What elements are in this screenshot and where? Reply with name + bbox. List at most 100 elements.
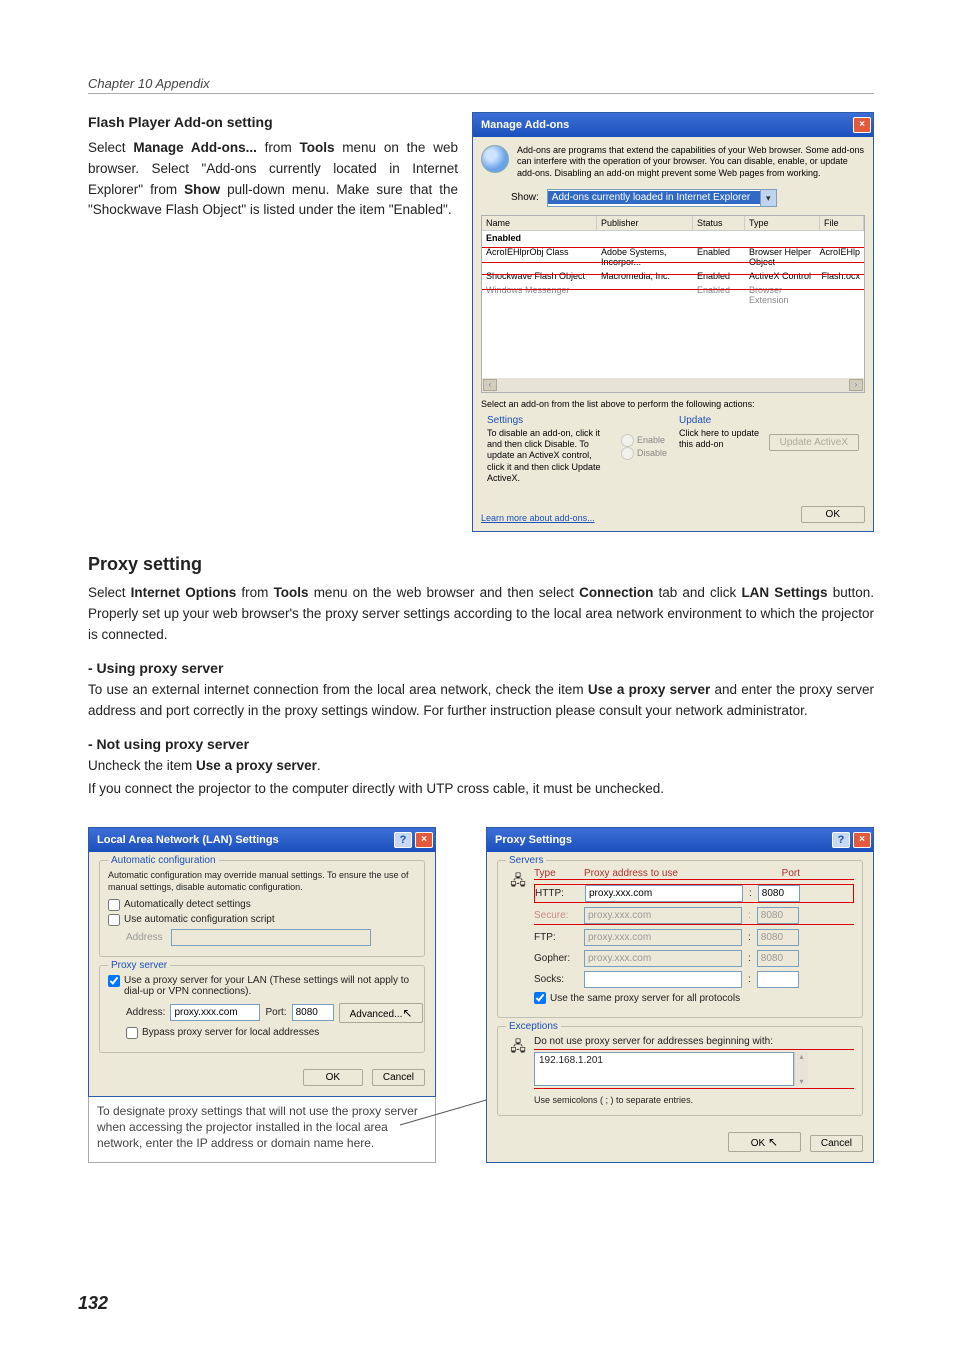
t: Use a proxy server (588, 682, 710, 697)
chk-label: Automatically detect settings (124, 899, 251, 910)
help-icon[interactable]: ? (394, 832, 412, 848)
titlebar[interactable]: Proxy Settings ? × (487, 828, 873, 852)
list-item[interactable]: Windows Messenger Enabled Browser Extens… (482, 283, 864, 307)
chk-label: Use the same proxy server for all protoc… (550, 993, 740, 1004)
close-icon[interactable]: × (853, 832, 871, 848)
not-using-proxy-heading: - Not using proxy server (88, 736, 874, 752)
row-label: Gopher: (534, 953, 578, 964)
row-label: FTP: (534, 932, 578, 943)
col-publisher[interactable]: Publisher (597, 216, 693, 231)
cell: Browser Extension (745, 284, 820, 306)
text-bold: Show (184, 182, 220, 197)
cell: Macromedia, Inc. (597, 270, 693, 282)
secure-row: Secure: : (534, 907, 854, 925)
cell: Enabled (693, 284, 745, 306)
proxy-port-input[interactable] (292, 1004, 334, 1021)
help-icon[interactable]: ? (832, 832, 850, 848)
gopher-row: Gopher: : (534, 950, 854, 967)
t: from (236, 585, 273, 600)
t: . (317, 758, 321, 773)
text-bold: Manage Add-ons... (133, 140, 257, 155)
row-label: HTTP: (535, 888, 579, 899)
v-scrollbar[interactable]: ▴▾ (794, 1052, 808, 1086)
chk-label: Bypass proxy server for local addresses (142, 1027, 319, 1038)
socks-addr-input[interactable] (584, 971, 742, 988)
cell: Flash.ocx (817, 270, 864, 282)
t: Select (88, 585, 131, 600)
scroll-left-icon[interactable]: ‹ (483, 379, 497, 391)
proxy-server-fieldset: Proxy server Use a proxy server for your… (99, 965, 425, 1053)
close-icon[interactable]: × (853, 117, 871, 133)
use-proxy-checkbox[interactable]: Use a proxy server for your LAN (These s… (108, 975, 416, 997)
exceptions-textarea[interactable]: 192.168.1.201 (534, 1052, 794, 1086)
t: tab and click (653, 585, 741, 600)
cell: Enabled (693, 246, 745, 268)
list-item[interactable]: Shockwave Flash Object Macromedia, Inc. … (482, 269, 864, 283)
select-note: Select an add-on from the list above to … (481, 399, 865, 409)
update-activex-button[interactable]: Update ActiveX (769, 434, 859, 451)
auto-script-checkbox[interactable]: Use automatic configuration script (108, 914, 416, 926)
ftp-row: FTP: : (534, 929, 854, 946)
t: Use a proxy server (196, 758, 317, 773)
dialog-title: Proxy Settings (495, 834, 832, 846)
chevron-down-icon[interactable]: ▾ (760, 190, 776, 206)
cell: Browser Helper Object (745, 246, 815, 268)
http-row: HTTP: : (534, 884, 854, 903)
cursor-icon: ↖ (402, 1006, 412, 1020)
bypass-checkbox[interactable]: Bypass proxy server for local addresses (126, 1027, 416, 1039)
col-file[interactable]: File (820, 216, 864, 231)
disable-radio[interactable]: Disable (621, 447, 667, 460)
semicolons-note: Use semicolons ( ; ) to separate entries… (534, 1095, 854, 1105)
ftp-port-input (757, 929, 799, 946)
legend: Servers (506, 855, 546, 866)
col-port: Port (748, 868, 800, 879)
http-addr-input[interactable] (585, 885, 743, 902)
cancel-button[interactable]: Cancel (372, 1069, 425, 1086)
update-box: Update Click here to update this add-on … (673, 413, 865, 490)
col-status[interactable]: Status (693, 216, 745, 231)
advanced-button[interactable]: Advanced...↖ (339, 1003, 424, 1023)
script-address-input (171, 929, 371, 946)
ok-button[interactable]: OK ↖ (728, 1132, 801, 1152)
t: Connection (579, 585, 653, 600)
close-icon[interactable]: × (415, 832, 433, 848)
cell: Enabled (693, 270, 745, 282)
col-type[interactable]: Type (745, 216, 820, 231)
t: OK (751, 1138, 765, 1149)
t: Advanced... (350, 1009, 403, 1020)
addons-list[interactable]: Name Publisher Status Type File Enabled … (481, 215, 865, 393)
cell: AcroIEHlprObj Class (482, 246, 597, 268)
flash-player-paragraph: Select Manage Add-ons... from Tools menu… (88, 138, 458, 222)
proxy-settings-dialog: Proxy Settings ? × Servers 🖧 Type Proxy … (486, 827, 874, 1163)
cancel-button[interactable]: Cancel (810, 1135, 863, 1152)
chapter-header: Chapter 10 Appendix (88, 76, 874, 94)
auto-detect-checkbox[interactable]: Automatically detect settings (108, 899, 416, 911)
http-port-input[interactable] (758, 885, 800, 902)
col-type: Type (534, 868, 578, 879)
socks-port-input[interactable] (757, 971, 799, 988)
h-scrollbar[interactable]: ‹ › (482, 378, 864, 392)
t: To use an external internet connection f… (88, 682, 588, 697)
col-name[interactable]: Name (482, 216, 597, 231)
same-proxy-checkbox[interactable]: Use the same proxy server for all protoc… (534, 992, 854, 1004)
titlebar[interactable]: Manage Add-ons × (473, 113, 873, 137)
list-group: Enabled (482, 231, 864, 245)
t: Use a proxy server for your LAN (These s… (124, 975, 409, 986)
proxy-address-input[interactable] (170, 1004, 260, 1021)
show-dropdown[interactable]: Add-ons currently loaded in Internet Exp… (547, 189, 777, 207)
list-item[interactable]: AcroIEHlprObj Class Adobe Systems, Incor… (482, 245, 864, 269)
gear-icon (481, 145, 509, 173)
t: Tools (274, 585, 309, 600)
titlebar[interactable]: Local Area Network (LAN) Settings ? × (89, 828, 435, 852)
scroll-right-icon[interactable]: › (849, 379, 863, 391)
ok-button[interactable]: OK (801, 506, 865, 523)
ok-button[interactable]: OK (303, 1069, 363, 1086)
learn-more-link[interactable]: Learn more about add-ons... (481, 513, 595, 523)
proxy-setting-heading: Proxy setting (88, 554, 874, 575)
cell: Adobe Systems, Incorpor... (597, 246, 693, 268)
addons-description: Add-ons are programs that extend the cap… (517, 145, 865, 179)
legend: Exceptions (506, 1021, 561, 1032)
chk-label: Use automatic configuration script (124, 914, 275, 925)
enable-radio[interactable]: Enable (621, 434, 667, 447)
t: menu on the web browser and then select (309, 585, 580, 600)
